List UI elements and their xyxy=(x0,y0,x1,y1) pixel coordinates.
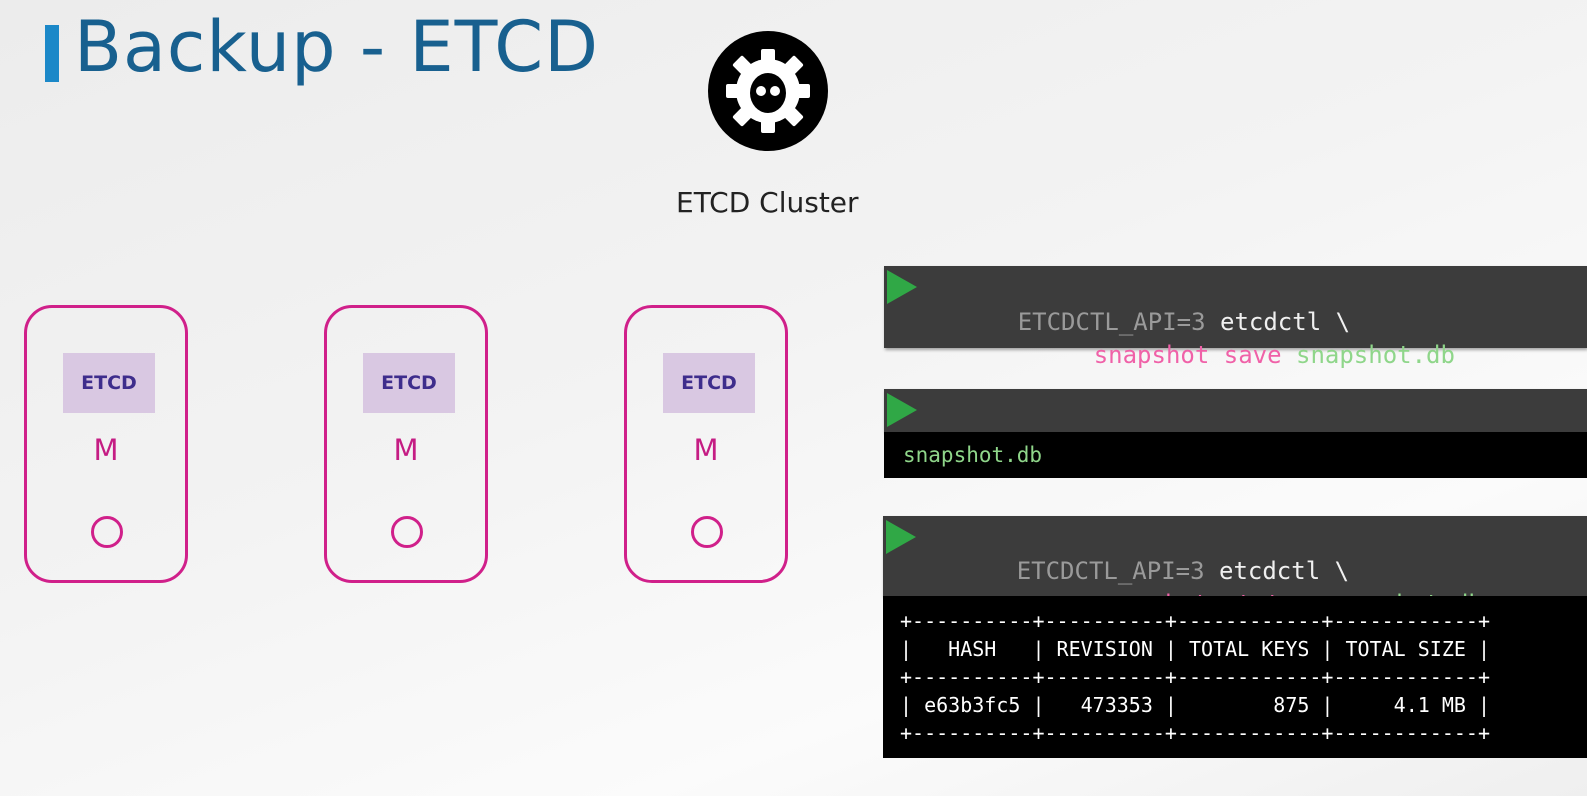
node-status-circle xyxy=(391,516,423,548)
play-triangle-icon xyxy=(887,270,917,304)
subcommand: snapshot save xyxy=(1093,341,1282,369)
etcd-badge: ETCD xyxy=(63,353,155,413)
table-border: +----------+----------+------------+----… xyxy=(900,665,1491,689)
table-border: +----------+----------+------------+----… xyxy=(900,609,1491,633)
node-role-label: M xyxy=(693,433,719,467)
play-triangle-icon xyxy=(886,520,916,554)
play-triangle-icon xyxy=(887,393,917,427)
etcd-badge: ETCD xyxy=(663,353,755,413)
node-role-label: M xyxy=(393,433,419,467)
ls-output: snapshot.db xyxy=(903,443,1043,467)
etcd-badge: ETCD xyxy=(363,353,455,413)
node-role-label: M xyxy=(93,433,119,467)
terminal-snapshot-save: ETCDCTL_API=3 etcdctl \ snapshot save sn… xyxy=(884,266,1587,369)
node-status-circle xyxy=(691,516,723,548)
table-border: +----------+----------+------------+----… xyxy=(900,721,1491,745)
page-title: Backup - ETCD xyxy=(74,6,600,88)
table-row: | e63b3fc5 | 473353 | 875 | 4.1 MB | xyxy=(900,693,1491,717)
title-accent-bar xyxy=(45,25,59,82)
etcd-logo-icon xyxy=(708,31,828,151)
terminal-snapshot-status: ETCDCTL_API=3 etcdctl \ snapshot status … xyxy=(883,516,1587,758)
etcd-node-3: ETCD M xyxy=(624,305,788,583)
node-status-circle xyxy=(91,516,123,548)
etcd-node-2: ETCD M xyxy=(324,305,488,583)
table-header: | HASH | REVISION | TOTAL KEYS | TOTAL S… xyxy=(900,637,1491,661)
status-table: +----------+----------+------------+----… xyxy=(883,596,1587,758)
terminal-ls: ls snapshot.db xyxy=(884,389,1587,478)
cluster-label: ETCD Cluster xyxy=(676,186,859,219)
file-arg: snapshot.db xyxy=(1296,341,1455,369)
etcd-node-1: ETCD M xyxy=(24,305,188,583)
